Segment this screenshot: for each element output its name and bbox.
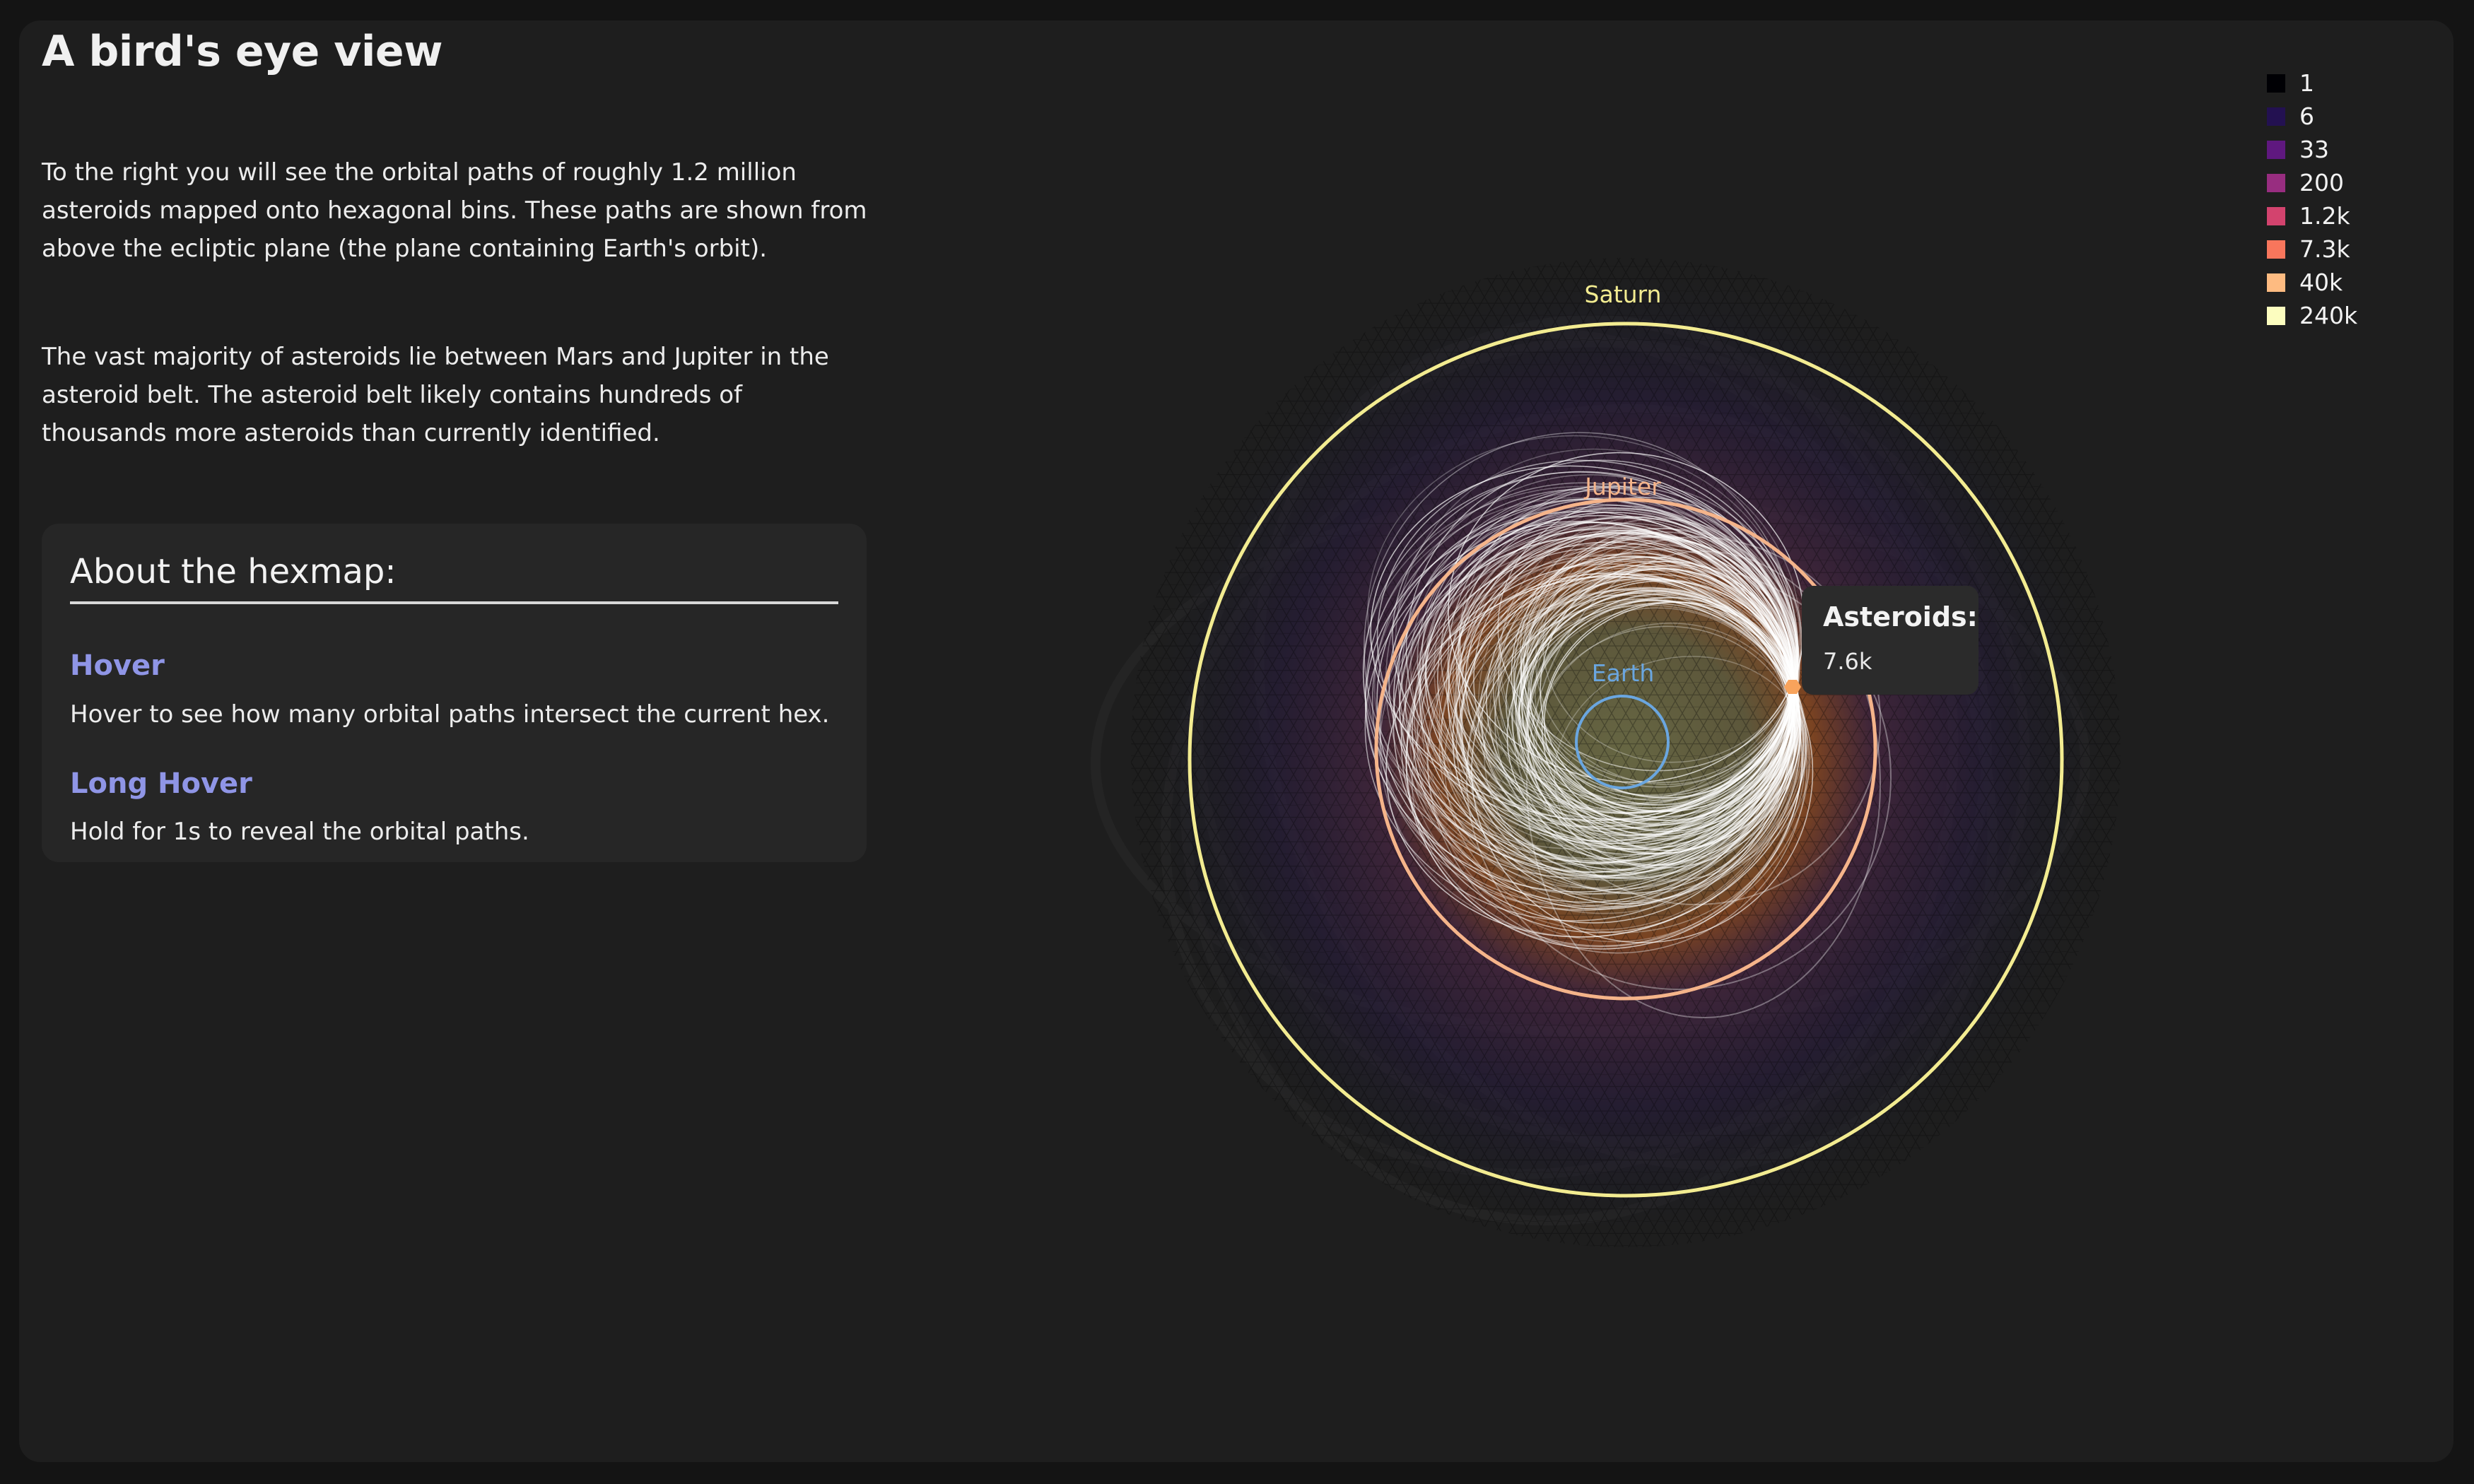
legend-label: 1.2k bbox=[2299, 202, 2350, 230]
hexmap-plot[interactable]: Saturn Jupiter Earth bbox=[990, 71, 2262, 1413]
legend-label: 240k bbox=[2299, 302, 2358, 329]
hover-heading: Hover bbox=[70, 649, 165, 682]
legend-label: 7.3k bbox=[2299, 235, 2350, 263]
legend-swatch bbox=[2267, 240, 2285, 259]
legend-item: 1.2k bbox=[2267, 199, 2357, 232]
legend-item: 40k bbox=[2267, 266, 2357, 299]
long-hover-description: Hold for 1s to reveal the orbital paths. bbox=[70, 818, 529, 846]
legend-item: 1 bbox=[2267, 66, 2357, 100]
legend-label: 1 bbox=[2299, 69, 2314, 97]
long-hover-heading: Long Hover bbox=[70, 767, 252, 800]
about-hexmap-card: About the hexmap: Hover Hover to see how… bbox=[42, 524, 867, 862]
legend-label: 6 bbox=[2299, 102, 2314, 130]
legend-label: 200 bbox=[2299, 169, 2344, 196]
legend-swatch bbox=[2267, 306, 2285, 325]
hover-description: Hover to see how many orbital paths inte… bbox=[70, 700, 830, 729]
legend-item: 33 bbox=[2267, 133, 2357, 166]
legend-label: 33 bbox=[2299, 136, 2329, 163]
tooltip-title: Asteroids: bbox=[1823, 601, 1978, 632]
legend-item: 240k bbox=[2267, 299, 2357, 332]
legend-item: 200 bbox=[2267, 166, 2357, 199]
legend-swatch bbox=[2267, 140, 2285, 159]
color-legend: 1 6 33 200 1.2k 7.3k 40k 240k bbox=[2267, 66, 2357, 332]
legend-item: 7.3k bbox=[2267, 232, 2357, 266]
legend-swatch bbox=[2267, 73, 2285, 93]
legend-swatch bbox=[2267, 107, 2285, 126]
legend-item: 6 bbox=[2267, 100, 2357, 133]
earth-label: Earth bbox=[1592, 659, 1655, 687]
saturn-label: Saturn bbox=[1585, 281, 1662, 308]
intro-paragraph: To the right you will see the orbital pa… bbox=[42, 158, 867, 263]
legend-swatch bbox=[2267, 173, 2285, 192]
legend-label: 40k bbox=[2299, 269, 2343, 296]
jupiter-label: Jupiter bbox=[1583, 473, 1661, 500]
hover-tooltip: Asteroids: 7.6k bbox=[1802, 586, 1978, 695]
page-title: A bird's eye view bbox=[42, 27, 443, 76]
hex-grid-overlay bbox=[1131, 258, 2121, 1247]
legend-swatch bbox=[2267, 206, 2285, 225]
tooltip-value: 7.6k bbox=[1823, 648, 1872, 675]
asteroid-belt-paragraph: The vast majority of asteroids lie betwe… bbox=[42, 343, 829, 447]
legend-swatch bbox=[2267, 273, 2285, 292]
about-hexmap-title: About the hexmap: bbox=[70, 552, 838, 604]
